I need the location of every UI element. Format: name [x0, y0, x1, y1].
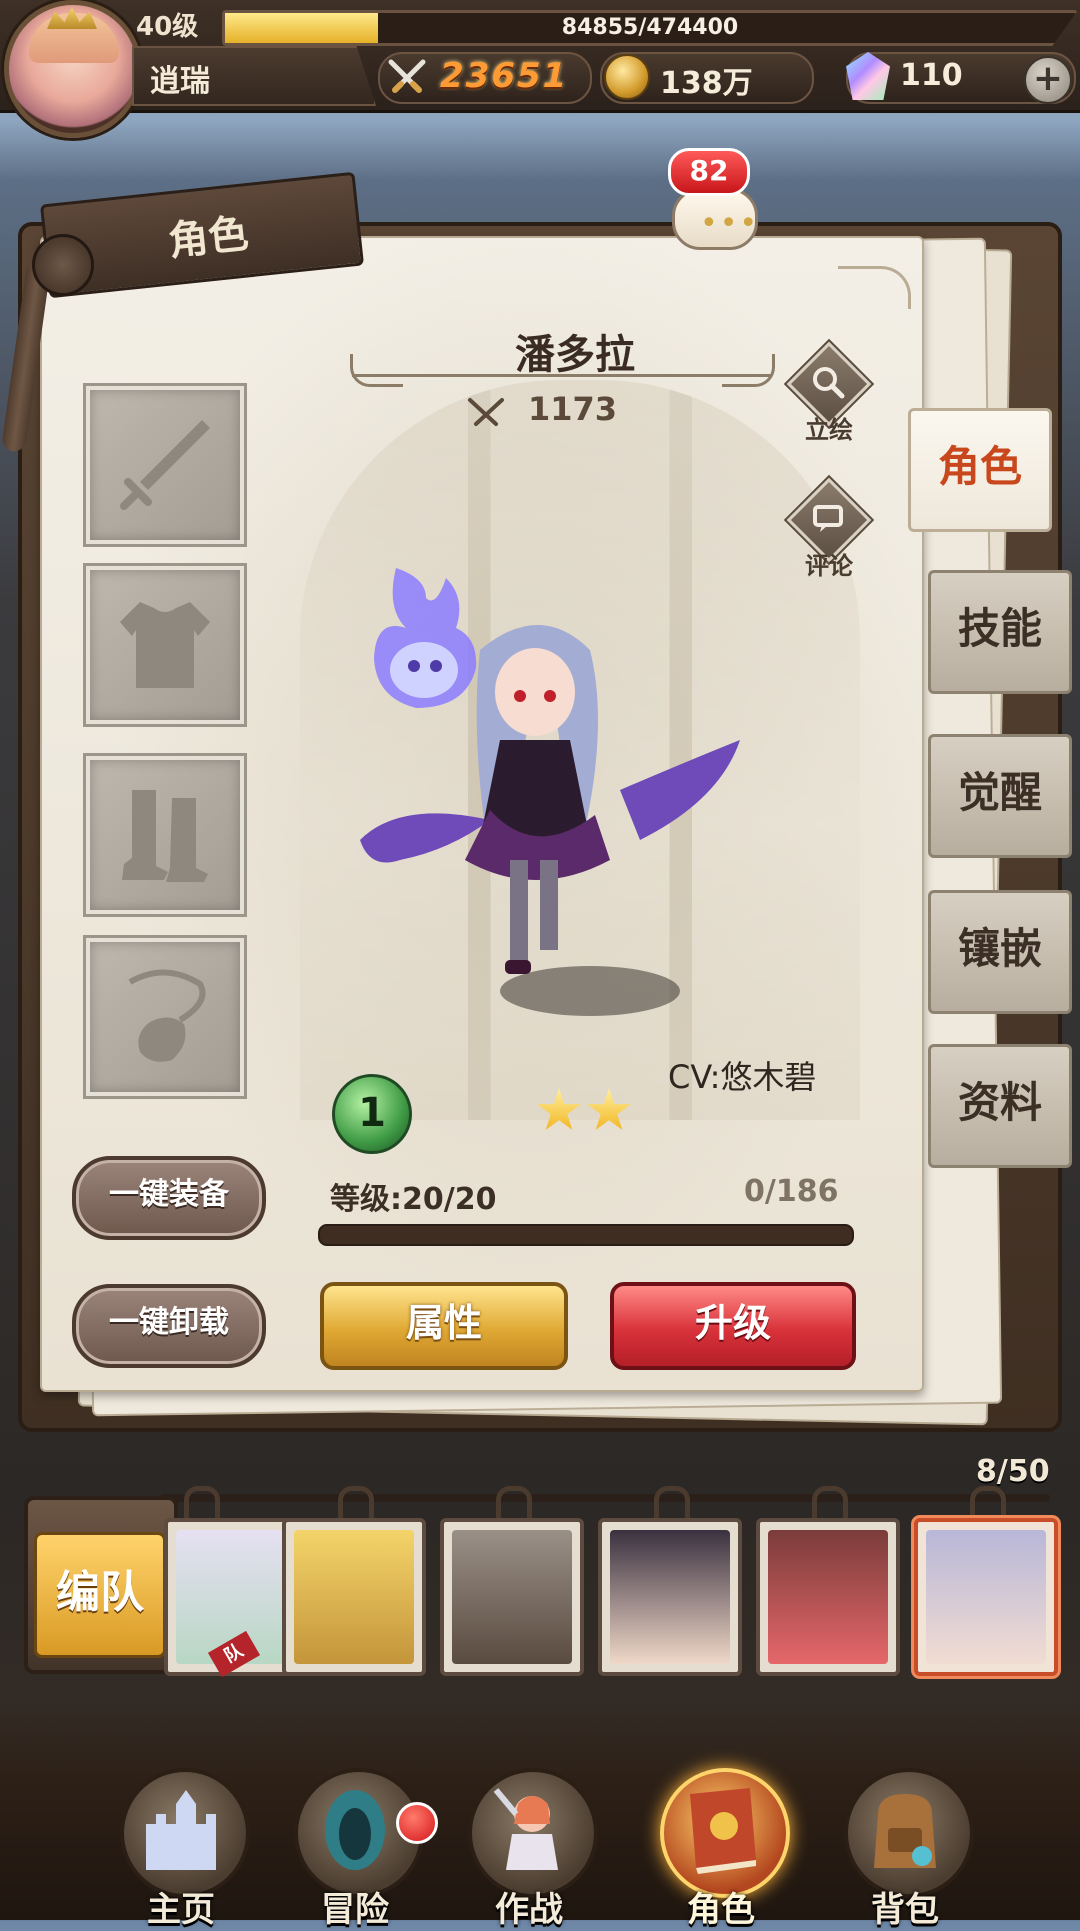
hero-card[interactable] [440, 1518, 584, 1676]
add-gems-button[interactable]: + [1024, 56, 1072, 104]
roster-count: 8/50 [976, 1454, 1050, 1489]
tab-profile[interactable]: 资料 [928, 1044, 1072, 1168]
voice-actor-label: CV:悠木碧 [668, 1058, 817, 1096]
player-avatar[interactable] [4, 0, 142, 138]
comment-label: 评论 [805, 552, 853, 580]
character-sprite [360, 625, 740, 974]
rank-badge: 1 [332, 1074, 412, 1154]
player-level: 40级 [136, 12, 199, 42]
tab-character[interactable]: 角色 [908, 408, 1052, 532]
castle-icon [146, 1790, 216, 1870]
player-name: 逍瑞 [150, 64, 210, 99]
chat-dots-icon: ••• [700, 206, 760, 241]
corner-ornament [838, 266, 911, 309]
crossed-swords-icon [468, 398, 504, 426]
notification-dot [396, 1802, 438, 1844]
tab-awaken[interactable]: 觉醒 [928, 734, 1072, 858]
backpack-icon [874, 1794, 936, 1868]
comment-icon [813, 505, 843, 532]
panel-title: 角色 [166, 210, 251, 266]
exp-text: 84855/474400 [561, 15, 739, 40]
nav-home[interactable]: 主页 [96, 1740, 266, 1930]
hero-card[interactable] [282, 1518, 426, 1676]
necklace-icon [128, 969, 206, 1062]
book-icon [690, 1788, 756, 1874]
crossed-swords-icon [388, 59, 426, 93]
upgrade-button[interactable]: 升级 [610, 1282, 856, 1370]
weapon-slot[interactable] [86, 386, 244, 544]
coin-value: 138万 [660, 66, 753, 101]
nav-bag-label: 背包 [871, 1890, 939, 1930]
nav-character[interactable]: 角色 [636, 1740, 806, 1930]
boots-slot[interactable] [86, 756, 244, 914]
hero-card[interactable] [756, 1518, 900, 1676]
gem-value: 110 [900, 58, 963, 93]
armor-icon [120, 602, 210, 688]
nav-battle-label: 作战 [495, 1890, 563, 1930]
roster-rail [160, 1494, 1050, 1502]
portal-icon [325, 1790, 385, 1870]
exp-bar: 84855/474400 [222, 10, 1078, 46]
nav-home-label: 主页 [147, 1890, 215, 1930]
portrait-label: 立绘 [805, 416, 853, 444]
rope-knot [32, 234, 94, 296]
gold-coin-icon [604, 54, 650, 100]
sword-icon [120, 420, 210, 510]
accessory-slot[interactable] [86, 938, 244, 1096]
nav-battle[interactable]: 作战 [444, 1740, 614, 1930]
tab-inlay[interactable]: 镶嵌 [928, 890, 1072, 1014]
formation-button[interactable]: 编队 [34, 1532, 166, 1658]
nav-bag[interactable]: 背包 [820, 1740, 990, 1930]
fighter-icon [493, 1788, 558, 1870]
unequip-all-button[interactable]: 一键卸载 [72, 1284, 266, 1368]
hero-power: 1173 [528, 390, 618, 428]
power-value: 23651 [440, 56, 569, 96]
nav-adventure-label: 冒险 [321, 1890, 389, 1930]
hero-card[interactable] [598, 1518, 742, 1676]
attributes-button[interactable]: 属性 [320, 1282, 568, 1370]
hero-card-selected[interactable] [914, 1518, 1058, 1676]
armor-slot[interactable] [86, 566, 244, 724]
comment-count-badge: 82 [668, 148, 750, 196]
magnify-icon [813, 367, 845, 399]
xp-label: 0/186 [744, 1174, 839, 1209]
boots-icon [122, 790, 208, 882]
nav-character-label: 角色 [687, 1890, 755, 1930]
level-label: 等级:20/20 [330, 1182, 497, 1217]
tab-skills[interactable]: 技能 [928, 570, 1072, 694]
equip-all-button[interactable]: 一键装备 [72, 1156, 266, 1240]
level-progress-bar [318, 1224, 854, 1246]
hero-name: 潘多拉 [515, 332, 635, 378]
